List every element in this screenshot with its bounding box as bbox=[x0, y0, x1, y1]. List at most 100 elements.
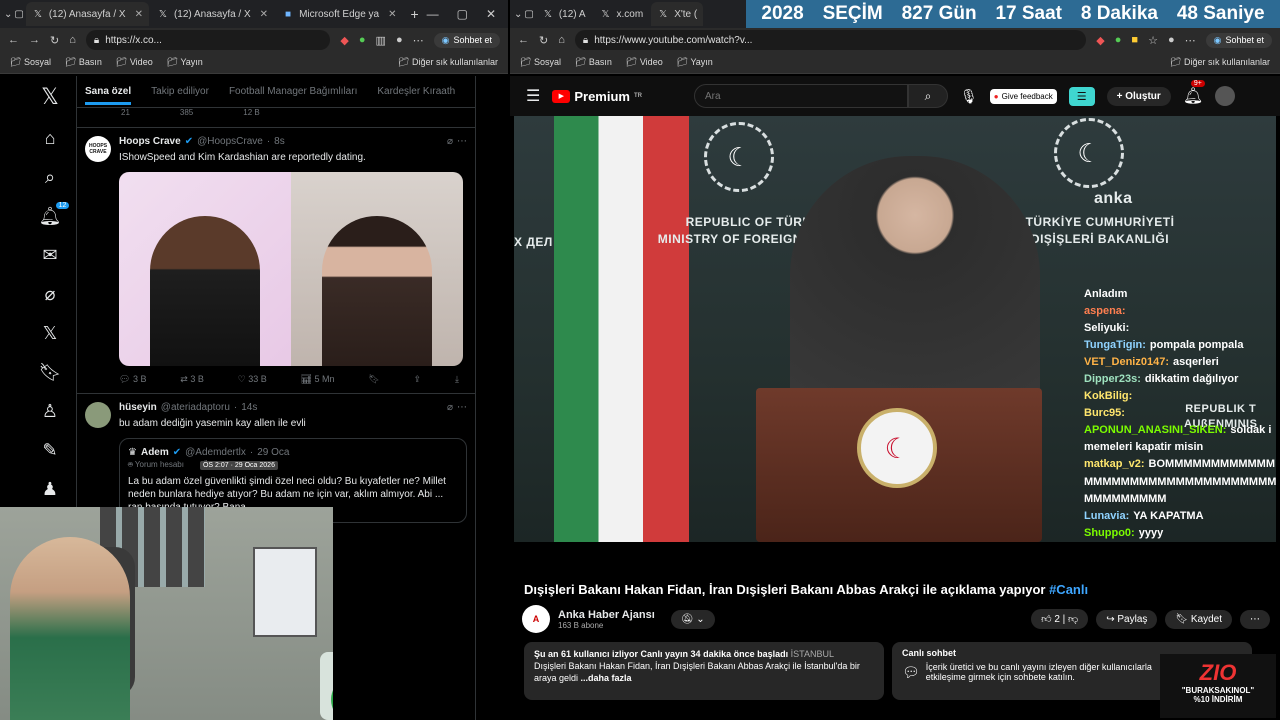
x-logo-icon[interactable]: 𝕏 bbox=[41, 84, 59, 110]
bookmark-folder[interactable]: 📁︎ Yayın bbox=[167, 57, 203, 68]
extension-icon[interactable]: ● bbox=[1115, 34, 1122, 46]
profile-icon[interactable]: ♟ bbox=[42, 479, 58, 500]
tab-x-3[interactable]: 𝕏 X'te ( bbox=[651, 2, 704, 26]
other-bookmarks[interactable]: 📁︎ Diğer sık kullanılanlar bbox=[1170, 57, 1270, 68]
show-more-link[interactable]: ...daha fazla bbox=[581, 673, 632, 683]
workspaces-icon[interactable]: ▢ bbox=[14, 9, 23, 20]
hamburger-menu-icon[interactable]: ☰ bbox=[526, 86, 540, 106]
home-icon[interactable]: ⌂ bbox=[45, 128, 56, 149]
home-icon[interactable]: ⌂ bbox=[69, 34, 76, 46]
save-button[interactable]: 🔖︎ Kaydet bbox=[1165, 609, 1232, 629]
bookmark-folder[interactable]: 📁︎ Basın bbox=[575, 57, 612, 68]
author-handle[interactable]: @HoopsCrave bbox=[197, 136, 263, 147]
tab-for-you[interactable]: Sana özel bbox=[85, 78, 132, 105]
subscribed-bell-button[interactable]: 🔕︎ ⌄ bbox=[670, 609, 715, 629]
tab-x-1[interactable]: 𝕏 (12) A bbox=[536, 2, 592, 26]
repost-button[interactable]: ⇄ 3 B bbox=[180, 374, 204, 385]
avatar[interactable]: HOOPS CRAVE bbox=[85, 136, 111, 162]
extension-icon[interactable]: ■ bbox=[1131, 34, 1138, 46]
search-input[interactable] bbox=[693, 84, 908, 108]
reply-button[interactable]: 💬︎ 3 B bbox=[119, 374, 146, 385]
home-icon[interactable]: ⌂ bbox=[558, 34, 565, 46]
more-icon[interactable]: ⋯ bbox=[1185, 34, 1196, 47]
close-icon[interactable]: ✕ bbox=[260, 9, 268, 20]
tab-x-home-2[interactable]: 𝕏 (12) Anasayfa / X ✕ bbox=[151, 2, 274, 26]
back-icon[interactable]: ← bbox=[8, 34, 19, 46]
tab-x-2[interactable]: 𝕏x.com bbox=[594, 2, 650, 26]
tab-x-home-1[interactable]: 𝕏 (12) Anasayfa / X ✕ bbox=[25, 2, 149, 26]
articles-icon[interactable]: ✎ bbox=[42, 440, 57, 461]
tab-following[interactable]: Takip ediliyor bbox=[151, 86, 209, 97]
tweet-time[interactable]: 8s bbox=[274, 136, 285, 147]
like-button[interactable]: ♡ 33 B bbox=[238, 374, 267, 385]
messages-icon[interactable]: ✉ bbox=[42, 245, 57, 266]
mic-icon[interactable]: 🎙︎ bbox=[960, 88, 978, 105]
views-button[interactable]: 📊︎ 5 Mn bbox=[301, 374, 335, 385]
other-bookmarks[interactable]: 📁︎ Diğer sık kullanılanlar bbox=[398, 57, 498, 68]
back-icon[interactable]: ← bbox=[518, 34, 529, 46]
more-icon[interactable]: ⋯ bbox=[457, 136, 467, 147]
search-button[interactable]: ⌕ bbox=[907, 84, 948, 108]
more-icon[interactable]: ⋯ bbox=[413, 34, 424, 47]
extension-icon[interactable]: ◆ bbox=[340, 34, 348, 47]
bookmark-icon[interactable]: 🔖︎ bbox=[368, 374, 379, 385]
share-button[interactable]: ↪ Paylaş bbox=[1096, 609, 1158, 629]
tweet-time[interactable]: 14s bbox=[241, 402, 257, 413]
grok-icon[interactable]: ⌀ bbox=[447, 136, 453, 147]
share-icon[interactable]: ⇪ bbox=[414, 374, 422, 385]
notifications-icon[interactable]: 🔔︎ 12 bbox=[39, 202, 70, 227]
close-icon[interactable]: ✕ bbox=[135, 9, 143, 20]
bookmark-folder[interactable]: 📁︎ Sosyal bbox=[520, 57, 561, 68]
extension-badge[interactable]: ☰ bbox=[1068, 86, 1095, 106]
video-description[interactable]: Şu an 61 kullanıcı izliyor Canlı yayın 3… bbox=[524, 642, 884, 700]
profile-avatar[interactable]: ● bbox=[1168, 34, 1175, 46]
address-bar[interactable]: 🔒︎ https://www.youtube.com/watch?v... bbox=[574, 30, 1087, 50]
copilot-chat-button[interactable]: ◉ Sohbet et bbox=[1205, 32, 1272, 48]
tab-list-kardesler[interactable]: Kardeşler Kıraath bbox=[377, 86, 455, 97]
create-button[interactable]: + Oluştur bbox=[1106, 86, 1171, 106]
bookmark-folder[interactable]: 📁︎ Basın bbox=[65, 57, 102, 68]
like-button[interactable]: 👍︎ 2 | 👎︎ bbox=[1031, 609, 1089, 629]
channel-name[interactable]: Anka Haber Ajansı bbox=[558, 609, 655, 621]
bookmark-folder[interactable]: 📁︎ Video bbox=[116, 57, 153, 68]
favorites-icon[interactable]: ☆ bbox=[1148, 34, 1158, 47]
video-player[interactable]: ☾ ☾ REPUBLIC OF TÜRKİYE MINISTRY OF FORE… bbox=[514, 116, 1276, 542]
author-name[interactable]: Adem bbox=[141, 447, 169, 458]
avatar[interactable]: ♛ bbox=[128, 447, 137, 458]
author-name[interactable]: hüseyin bbox=[119, 402, 157, 413]
grok-icon[interactable]: ⌀ bbox=[447, 402, 453, 413]
search-icon[interactable]: ⌕ bbox=[45, 167, 55, 188]
bookmarks-icon[interactable]: 🔖︎ bbox=[39, 362, 62, 383]
address-bar[interactable]: 🔒︎ https://x.co... bbox=[85, 30, 331, 50]
tweet[interactable]: HOOPS CRAVE Hoops Crave ✔ @HoopsCrave · … bbox=[77, 128, 475, 394]
copilot-chat-button[interactable]: ◉ Sohbet et bbox=[433, 32, 500, 48]
communities-icon[interactable]: ♙ bbox=[42, 401, 58, 422]
bookmark-folder[interactable]: 📁︎ Video bbox=[626, 57, 663, 68]
tab-edge[interactable]: ■ Microsoft Edge ya ✕ bbox=[276, 2, 402, 26]
more-icon[interactable]: ⋯ bbox=[457, 402, 467, 413]
workspaces-icon[interactable]: ▢ bbox=[524, 9, 533, 20]
tweet-time[interactable]: 29 Oca bbox=[257, 447, 289, 458]
close-icon[interactable]: ✕ bbox=[388, 9, 396, 20]
give-feedback-button[interactable]: ● Give feedback bbox=[989, 88, 1057, 104]
profile-avatar[interactable]: ● bbox=[396, 34, 403, 46]
channel-avatar[interactable]: A bbox=[522, 605, 550, 633]
download-icon[interactable]: ⤓ bbox=[455, 374, 459, 385]
notifications-icon[interactable]: 🔔︎ 9+ bbox=[1183, 80, 1205, 106]
title-hashtag[interactable]: #Canlı bbox=[1049, 582, 1088, 597]
avatar[interactable] bbox=[85, 402, 111, 428]
refresh-icon[interactable]: ↻ bbox=[50, 34, 59, 47]
author-name[interactable]: Hoops Crave bbox=[119, 136, 181, 147]
author-handle[interactable]: @ateriadaptoru bbox=[161, 402, 230, 413]
thumbs-down-icon[interactable]: 👎︎ bbox=[1068, 614, 1078, 625]
forward-icon[interactable]: → bbox=[29, 34, 40, 46]
sidebar-icon[interactable]: ▥ bbox=[376, 34, 386, 47]
new-tab-icon[interactable]: + bbox=[411, 6, 419, 22]
minimize-icon[interactable]: — bbox=[427, 7, 439, 21]
author-handle[interactable]: @Ademdertlx bbox=[185, 447, 246, 458]
tweet-media[interactable] bbox=[119, 172, 463, 366]
refresh-icon[interactable]: ↻ bbox=[539, 34, 548, 47]
maximize-icon[interactable]: ▢ bbox=[457, 7, 468, 21]
more-actions-button[interactable]: ⋯ bbox=[1240, 609, 1270, 629]
tab-list-icon[interactable]: ⌄ bbox=[514, 9, 522, 20]
